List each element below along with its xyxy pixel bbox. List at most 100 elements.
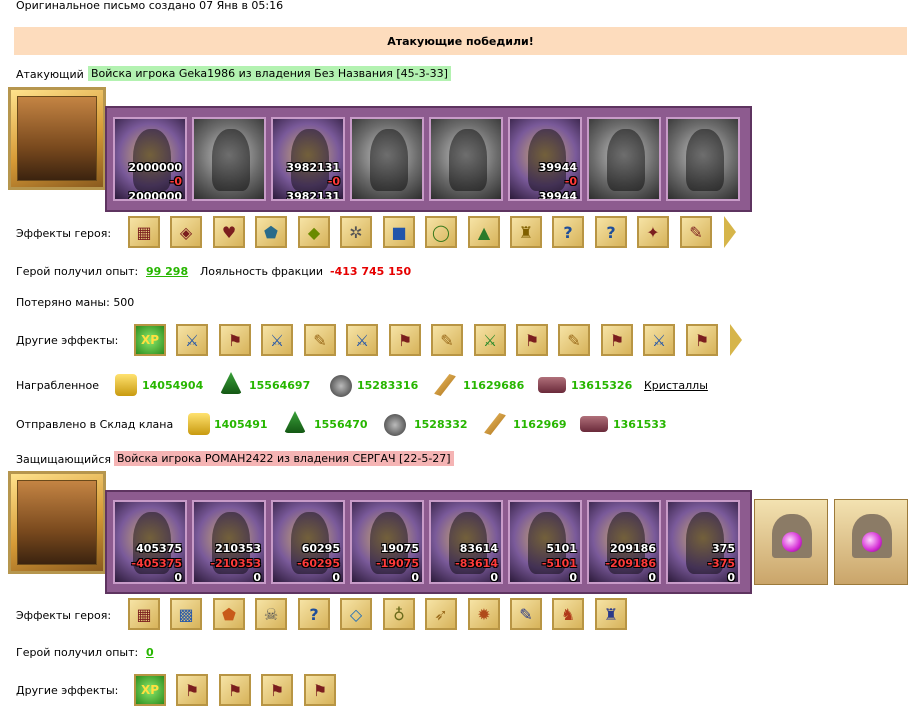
attacker-hero-portrait[interactable] xyxy=(8,87,106,190)
defender-hero-effects-label: Эффекты героя: xyxy=(16,609,112,622)
heart-icon[interactable]: ♥ xyxy=(213,216,245,248)
skull-icon[interactable]: ☠ xyxy=(255,598,287,630)
wheat-icon xyxy=(434,374,456,396)
shield-icon[interactable]: ⬟ xyxy=(255,216,287,248)
unit-count: 375 xyxy=(712,542,735,555)
unit-lost: -210353 xyxy=(210,557,262,570)
cube-icon[interactable]: ■ xyxy=(383,216,415,248)
amulet-icon[interactable]: ▲ xyxy=(468,216,500,248)
flag-icon[interactable]: ⚑ xyxy=(219,674,251,706)
gold-icon[interactable]: ◆ xyxy=(298,216,330,248)
unit-remain: 0 xyxy=(727,571,735,584)
defender-unit-5[interactable]: 83614 -83614 0 xyxy=(429,500,503,584)
shield-icon[interactable]: ⬟ xyxy=(213,598,245,630)
flag-icon[interactable]: ⚑ xyxy=(601,324,633,356)
question-icon[interactable]: ? xyxy=(552,216,584,248)
sword-icon[interactable]: ⚔ xyxy=(474,324,506,356)
scroll-icon[interactable]: ✎ xyxy=(304,324,336,356)
scroll-icon[interactable]: ✎ xyxy=(680,216,712,248)
defender-unit-4[interactable]: 19075 -19075 0 xyxy=(350,500,424,584)
original-letter-note: Оригинальное письмо создано 07 Янв в 05:… xyxy=(16,0,284,12)
flag-icon[interactable]: ⚑ xyxy=(389,324,421,356)
bow-icon[interactable]: ➶ xyxy=(425,598,457,630)
crystal-icon[interactable]: ◇ xyxy=(340,598,372,630)
unit-remain: 2000000 xyxy=(128,190,182,201)
cloak-icon[interactable]: ♞ xyxy=(552,598,584,630)
treasure-icon[interactable]: ◈ xyxy=(170,216,202,248)
defender-exp-value[interactable]: 0 xyxy=(146,646,154,659)
unit-lost: -5101 xyxy=(541,557,577,570)
attacker-unit-5[interactable] xyxy=(429,117,503,201)
clan-gold: 1405491 xyxy=(214,418,268,431)
attacker-unit-8[interactable] xyxy=(666,117,740,201)
unit-count: 209186 xyxy=(610,542,656,555)
defender-unit-8[interactable]: 375 -375 0 xyxy=(666,500,740,584)
attacker-unit-2[interactable] xyxy=(192,117,266,201)
castle-icon[interactable]: ▦ xyxy=(128,598,160,630)
ring-icon[interactable]: ◯ xyxy=(425,216,457,248)
attacker-exp-value[interactable]: 99 298 xyxy=(146,265,188,278)
scroll-icon[interactable]: ✎ xyxy=(510,598,542,630)
unit-figure xyxy=(291,129,329,191)
flag-icon[interactable]: ⚑ xyxy=(176,674,208,706)
flag-icon[interactable]: ⚑ xyxy=(261,674,293,706)
compass-icon[interactable]: ✦ xyxy=(637,216,669,248)
attacker-unit-6[interactable]: 39944 -0 39944 xyxy=(508,117,582,201)
clan-storage-label: Отправлено в Склад клана xyxy=(16,418,174,431)
scroll-icon[interactable]: ✎ xyxy=(558,324,590,356)
gear-icon[interactable]: ✲ xyxy=(340,216,372,248)
unit-figure xyxy=(686,129,724,191)
unit-remain: 0 xyxy=(253,571,261,584)
unit-remain: 0 xyxy=(569,571,577,584)
defender-unit-1[interactable]: 405375 -405375 0 xyxy=(113,500,187,584)
xp-icon[interactable]: XP xyxy=(134,674,166,706)
unit-count: 83614 xyxy=(459,542,498,555)
defender-unit-7[interactable]: 209186 -209186 0 xyxy=(587,500,661,584)
next-arrow-icon[interactable] xyxy=(730,324,742,356)
unit-count: 39944 xyxy=(538,161,577,174)
defender-unit-3[interactable]: 60295 -60295 0 xyxy=(271,500,345,584)
gem-altar-icon[interactable] xyxy=(754,499,828,585)
potion-icon[interactable]: ♁ xyxy=(383,598,415,630)
chest-icon[interactable]: ▦ xyxy=(128,216,160,248)
map-icon[interactable]: ▩ xyxy=(170,598,202,630)
flag-icon[interactable]: ⚑ xyxy=(219,324,251,356)
attacker-unit-4[interactable] xyxy=(350,117,424,201)
unit-lost: -19075 xyxy=(376,557,419,570)
question-icon[interactable]: ? xyxy=(298,598,330,630)
clan-stone: 1361533 xyxy=(613,418,667,431)
flag-icon[interactable]: ⚑ xyxy=(686,324,718,356)
sword-icon[interactable]: ⚔ xyxy=(346,324,378,356)
gem-altar-icon[interactable] xyxy=(834,499,908,585)
stone-icon xyxy=(538,377,566,393)
sword-icon[interactable]: ⚔ xyxy=(261,324,293,356)
ore-icon xyxy=(384,414,406,436)
attacker-unit-3[interactable]: 3982131 -0 3982131 xyxy=(271,117,345,201)
unit-lost: -0 xyxy=(564,175,577,188)
loyalty-label: Лояльность фракции xyxy=(200,265,324,278)
defender-unit-6[interactable]: 5101 -5101 0 xyxy=(508,500,582,584)
defender-army-info: Войска игрока POMAH2422 из владения СЕРГ… xyxy=(114,451,454,466)
crystals-link[interactable]: Кристаллы xyxy=(644,379,708,392)
scroll-icon[interactable]: ✎ xyxy=(431,324,463,356)
attacker-exp-label: Герой получил опыт: xyxy=(16,265,139,278)
beetle-icon[interactable]: ✹ xyxy=(468,598,500,630)
sword-icon[interactable]: ⚔ xyxy=(176,324,208,356)
hero-frame xyxy=(17,96,97,181)
armor-icon[interactable]: ♜ xyxy=(595,598,627,630)
defender-hero-portrait[interactable] xyxy=(8,471,106,574)
flag-icon[interactable]: ⚑ xyxy=(304,674,336,706)
unit-figure xyxy=(528,129,566,191)
next-arrow-icon[interactable] xyxy=(724,216,736,248)
flag-icon[interactable]: ⚑ xyxy=(516,324,548,356)
attacker-unit-1[interactable]: 2000000 -0 2000000 xyxy=(113,117,187,201)
defender-exp-label: Герой получил опыт: xyxy=(16,646,139,659)
attacker-unit-7[interactable] xyxy=(587,117,661,201)
sword-icon[interactable]: ⚔ xyxy=(643,324,675,356)
unit-remain: 3982131 xyxy=(286,190,340,201)
xp-icon[interactable]: XP xyxy=(134,324,166,356)
defender-label: Защищающийся xyxy=(16,453,111,466)
armor-icon[interactable]: ♜ xyxy=(510,216,542,248)
defender-unit-2[interactable]: 210353 -210353 0 xyxy=(192,500,266,584)
question-icon[interactable]: ? xyxy=(595,216,627,248)
